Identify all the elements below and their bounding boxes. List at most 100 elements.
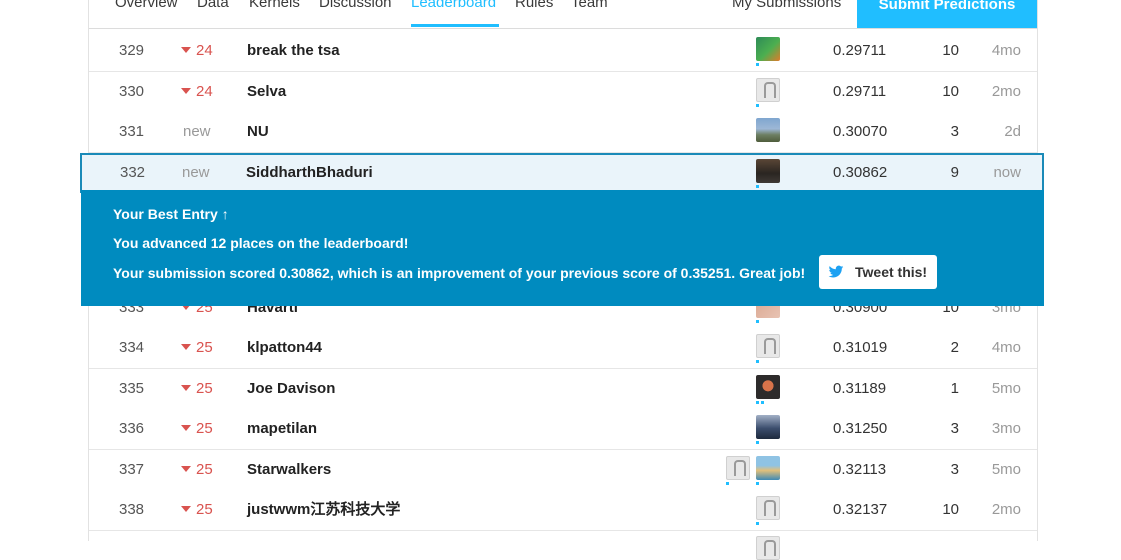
- team-name[interactable]: break the tsa: [247, 31, 340, 71]
- score: 0.31250: [833, 420, 888, 437]
- advance-message: You advanced 12 places on the leaderboar…: [113, 235, 409, 251]
- default-avatar[interactable]: [726, 456, 750, 480]
- team-name[interactable]: mapetilan: [247, 409, 317, 449]
- tier-marker: [756, 401, 759, 404]
- rank: 334: [119, 339, 145, 356]
- tier-marker: [756, 320, 759, 323]
- last-submission: now: [993, 164, 1021, 181]
- rank: 338: [119, 501, 145, 518]
- leaderboard-row[interactable]: 334 25 klpatton44 0.31019 2 4mo: [89, 328, 1037, 369]
- banner-title: Your Best Entry ↑: [113, 206, 229, 222]
- tab-team[interactable]: Team: [571, 0, 608, 11]
- default-avatar[interactable]: [756, 334, 780, 358]
- tab-overview[interactable]: Overview: [115, 0, 178, 11]
- caret-down-icon: [181, 344, 191, 351]
- tweet-label: Tweet this!: [855, 264, 928, 280]
- entries: 3: [950, 420, 959, 437]
- leaderboard-row[interactable]: 329 24 break the tsa 0.29711 10 4mo: [89, 31, 1037, 72]
- team-avatar[interactable]: [756, 159, 780, 183]
- leaderboard-row[interactable]: 330 24 Selva 0.29711 10 2mo: [89, 72, 1037, 113]
- best-entry-banner: Your Best Entry ↑ You advanced 12 places …: [81, 190, 1044, 306]
- tab-bar: Overview Data Kernels Discussion Leaderb…: [89, 0, 1037, 29]
- leaderboard-row[interactable]: 337 25 Starwalkers 0.32113 3 5mo: [89, 450, 1037, 491]
- rank: 335: [119, 380, 145, 397]
- team-avatar[interactable]: [756, 375, 780, 399]
- tier-marker: [756, 360, 759, 363]
- caret-down-icon: [181, 88, 191, 95]
- score: 0.31019: [833, 339, 888, 356]
- team-name[interactable]: Starwalkers: [247, 450, 331, 490]
- rank-change: new: [182, 164, 210, 181]
- rank-change: 24: [181, 72, 213, 112]
- caret-down-icon: [181, 466, 191, 473]
- team-name[interactable]: klpatton44: [247, 328, 322, 368]
- tier-marker: [756, 441, 759, 444]
- last-submission: 2mo: [991, 501, 1021, 518]
- score: 0.30070: [833, 123, 888, 140]
- team-name[interactable]: Selva: [247, 72, 286, 112]
- score: 0.29711: [833, 42, 887, 59]
- tab-kernels[interactable]: Kernels: [249, 0, 300, 11]
- score: 0.31189: [833, 380, 887, 397]
- score-message: Your submission scored 0.30862, which is…: [113, 265, 806, 281]
- leaderboard-row[interactable]: 331 new NU 0.30070 3 2d: [89, 112, 1037, 153]
- rank: 331: [119, 123, 145, 140]
- last-submission: 3mo: [991, 420, 1021, 437]
- rank-change: 25: [181, 450, 213, 490]
- team-name[interactable]: justwwm江苏科技大学: [247, 490, 400, 530]
- entries: 1: [950, 380, 959, 397]
- entries: 10: [942, 42, 959, 59]
- tier-marker: [756, 185, 759, 188]
- rank: 329: [119, 42, 145, 59]
- default-avatar[interactable]: [756, 496, 780, 520]
- default-avatar[interactable]: [756, 78, 780, 102]
- last-submission: 5mo: [991, 461, 1021, 478]
- tab-rules[interactable]: Rules: [515, 0, 553, 11]
- leaderboard-row[interactable]: 338 25 justwwm江苏科技大学 0.32137 10 2mo: [89, 490, 1037, 531]
- last-submission: 5mo: [991, 380, 1021, 397]
- team-avatar[interactable]: [756, 118, 780, 142]
- tier-marker: [756, 104, 759, 107]
- entries: 9: [950, 164, 959, 181]
- active-tab-indicator: [411, 24, 499, 27]
- team-name[interactable]: NU: [247, 112, 269, 152]
- tier-marker: [761, 401, 764, 404]
- score: 0.29711: [833, 83, 887, 100]
- tier-marker: [756, 63, 759, 66]
- score: 0.32137: [833, 501, 888, 518]
- rank: 336: [119, 420, 145, 437]
- leaderboard-row[interactable]: 336 25 mapetilan 0.31250 3 3mo: [89, 409, 1037, 450]
- team-avatar[interactable]: [756, 456, 780, 480]
- team-name[interactable]: SiddharthBhaduri: [246, 155, 373, 191]
- entries: 3: [950, 123, 959, 140]
- entries: 10: [942, 501, 959, 518]
- team-avatar[interactable]: [756, 415, 780, 439]
- team-name[interactable]: Joe Davison: [247, 369, 335, 409]
- entries: 2: [950, 339, 959, 356]
- rank-change: 25: [181, 409, 213, 449]
- my-leaderboard-row[interactable]: 332 new SiddharthBhaduri 0.30862 9 now: [80, 153, 1044, 193]
- team-avatar[interactable]: [756, 37, 780, 61]
- entries: 3: [950, 461, 959, 478]
- caret-down-icon: [181, 47, 191, 54]
- leaderboard-row[interactable]: 335 25 Joe Davison 0.31189 1 5mo: [89, 369, 1037, 410]
- rank-change: new: [183, 123, 211, 140]
- caret-down-icon: [181, 385, 191, 392]
- tier-marker: [756, 482, 759, 485]
- submit-predictions-button[interactable]: Submit Predictions: [857, 0, 1037, 28]
- default-avatar[interactable]: [756, 536, 780, 560]
- rank: 332: [120, 164, 146, 181]
- rank-change: 25: [181, 328, 213, 368]
- tweet-button[interactable]: Tweet this!: [819, 255, 937, 289]
- rank-change: 25: [181, 490, 213, 530]
- last-submission: 4mo: [991, 339, 1021, 356]
- last-submission: 2mo: [991, 83, 1021, 100]
- tab-leaderboard[interactable]: Leaderboard: [411, 0, 496, 11]
- tab-discussion[interactable]: Discussion: [319, 0, 392, 11]
- last-submission: 2d: [1004, 123, 1021, 140]
- entries: 10: [942, 83, 959, 100]
- caret-down-icon: [181, 506, 191, 513]
- tab-data[interactable]: Data: [197, 0, 229, 11]
- tier-marker: [756, 522, 759, 525]
- my-submissions-link[interactable]: My Submissions: [732, 0, 841, 11]
